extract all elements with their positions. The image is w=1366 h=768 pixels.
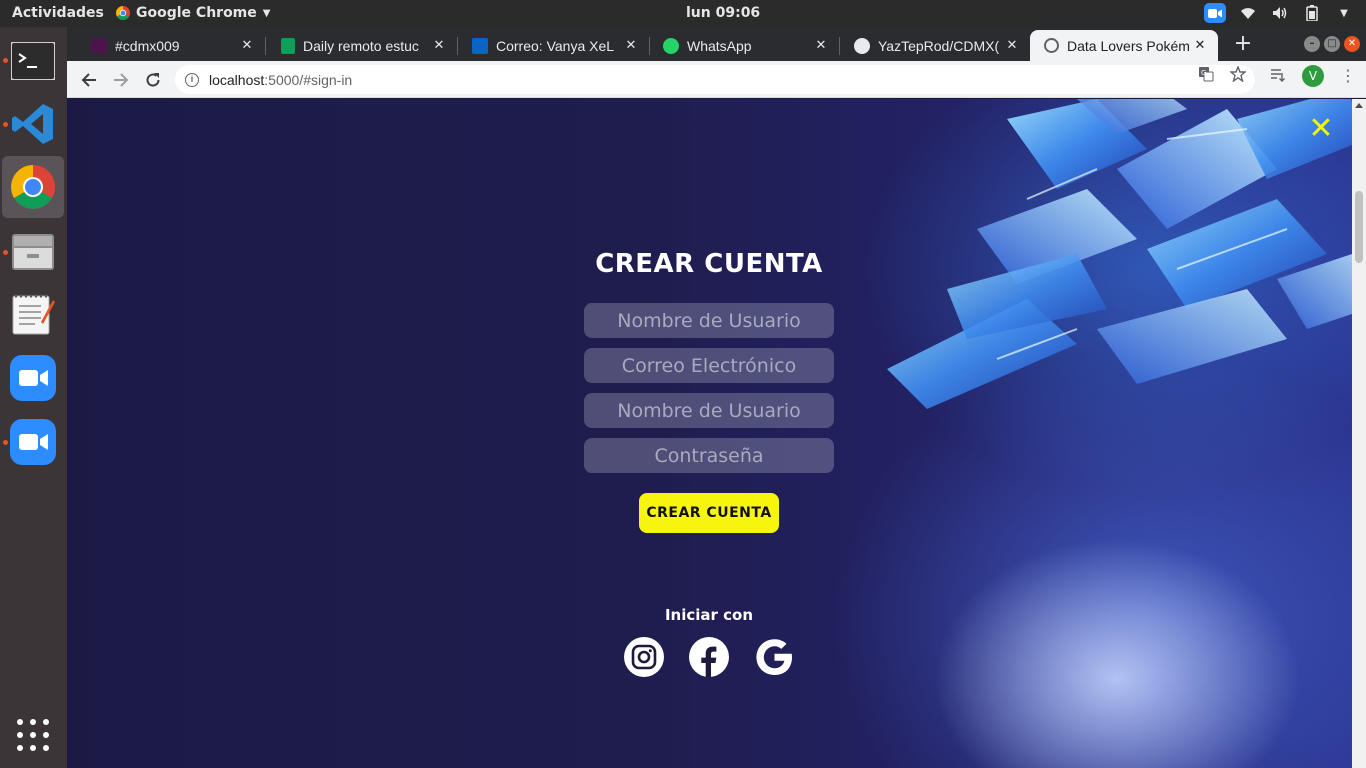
tab-data-lovers[interactable]: Data Lovers Pokém ✕: [1030, 30, 1218, 61]
svg-text:G: G: [1201, 69, 1206, 77]
tab-daily-remoto[interactable]: Daily remoto estuc ✕: [267, 30, 457, 61]
system-top-bar: Actividades Google Chrome ▼ lun 09:06 ▼: [0, 0, 1366, 27]
url-path: :5000/#sign-in: [264, 71, 353, 88]
reading-list-icon[interactable]: [1270, 67, 1286, 86]
clock[interactable]: lun 09:06: [686, 5, 760, 21]
email-input[interactable]: [584, 348, 834, 383]
system-menu-chevron-icon[interactable]: ▼: [1334, 3, 1354, 23]
tab-close-icon[interactable]: ✕: [813, 38, 829, 53]
outlook-favicon-icon: [472, 37, 488, 54]
username-input[interactable]: [584, 303, 834, 338]
instagram-icon[interactable]: [624, 637, 664, 677]
login-with-label: Iniciar con: [664, 606, 754, 624]
tab-cdmx009[interactable]: #cdmx009 ✕: [77, 30, 265, 61]
translate-icon[interactable]: G: [1198, 66, 1214, 86]
tab-divider: [265, 37, 266, 55]
profile-avatar[interactable]: V: [1302, 65, 1324, 87]
tab-title: #cdmx009: [115, 37, 180, 54]
toolbar-actions: G V ⋮: [1198, 65, 1356, 87]
bookmark-star-icon[interactable]: [1229, 65, 1247, 86]
globe-favicon-icon: [1044, 38, 1059, 53]
tab-whatsapp[interactable]: WhatsApp ✕: [649, 30, 839, 61]
tab-title: Data Lovers Pokém: [1067, 37, 1190, 54]
files-icon[interactable]: [2, 220, 64, 282]
chrome-small-icon: [116, 6, 130, 20]
vscode-icon[interactable]: [2, 93, 64, 155]
tab-correo[interactable]: Correo: Vanya XeL ✕: [458, 30, 649, 61]
app-menu[interactable]: Google Chrome ▼: [116, 5, 270, 21]
volume-icon[interactable]: [1270, 3, 1290, 23]
url-host: localhost: [209, 71, 265, 88]
address-bar[interactable]: i localhost:5000/#sign-in: [175, 65, 1255, 94]
scroll-up-icon[interactable]: [1355, 103, 1363, 108]
password-input[interactable]: [584, 438, 834, 473]
username-input-2[interactable]: [584, 393, 834, 428]
battery-icon[interactable]: [1302, 3, 1322, 23]
zoom-icon[interactable]: [2, 411, 64, 473]
chrome-dock-icon[interactable]: [2, 156, 64, 218]
terminal-icon[interactable]: [2, 30, 64, 92]
social-login-buttons: [624, 637, 794, 677]
tab-close-icon[interactable]: ✕: [1192, 38, 1208, 53]
facebook-icon[interactable]: [689, 637, 729, 677]
tab-title: YazTepRod/CDMX(: [878, 37, 1000, 54]
activities-button[interactable]: Actividades: [12, 5, 104, 21]
page-viewport: ✕ CREAR CUENTA CREAR CUENTA Iniciar con: [67, 99, 1352, 768]
minimize-icon[interactable]: –: [1304, 36, 1320, 52]
forward-arrow-icon[interactable]: [108, 67, 134, 93]
browser-tab-strip: #cdmx009 ✕ Daily remoto estuc ✕ Correo: …: [67, 27, 1366, 61]
tab-title: Daily remoto estuc: [303, 37, 419, 54]
tab-title: WhatsApp: [687, 37, 752, 54]
text-editor-icon[interactable]: [2, 283, 64, 345]
google-icon[interactable]: [754, 637, 794, 677]
create-account-button[interactable]: CREAR CUENTA: [639, 493, 779, 533]
crystal-illustration: [887, 99, 1352, 409]
github-favicon-icon: [854, 37, 870, 54]
close-icon[interactable]: ✕: [1307, 114, 1335, 144]
sheets-favicon-icon: [281, 37, 295, 54]
back-arrow-icon[interactable]: [76, 67, 102, 93]
wifi-icon[interactable]: [1238, 3, 1258, 23]
new-tab-button[interactable]: +: [1231, 33, 1255, 57]
tab-title: Correo: Vanya XeL: [496, 37, 615, 54]
zoom-icon[interactable]: [2, 347, 64, 409]
slack-favicon-icon: [91, 37, 107, 54]
form-title: CREAR CUENTA: [595, 249, 823, 279]
chevron-down-icon: ▼: [262, 7, 271, 19]
tab-close-icon[interactable]: ✕: [431, 38, 447, 53]
close-window-icon[interactable]: ✕: [1344, 36, 1360, 52]
tab-close-icon[interactable]: ✕: [1004, 38, 1020, 53]
browser-toolbar: i localhost:5000/#sign-in G V ⋮: [67, 61, 1366, 98]
tab-close-icon[interactable]: ✕: [623, 38, 639, 53]
show-applications-icon[interactable]: [17, 719, 49, 751]
page-scrollbar[interactable]: [1352, 99, 1366, 768]
more-menu-icon[interactable]: ⋮: [1340, 68, 1356, 84]
system-tray[interactable]: ▼: [1204, 3, 1354, 23]
ubuntu-dock: [0, 27, 67, 768]
tab-close-icon[interactable]: ✕: [239, 38, 255, 53]
site-info-icon[interactable]: i: [185, 72, 199, 87]
scrollbar-thumb[interactable]: [1355, 191, 1363, 263]
sign-up-form: CREAR CUENTA CREAR CUENTA: [584, 249, 834, 533]
maximize-icon[interactable]: □: [1324, 36, 1340, 52]
app-menu-label: Google Chrome: [136, 5, 257, 21]
window-controls: – □ ✕: [1304, 36, 1360, 52]
reload-icon[interactable]: [140, 67, 166, 93]
zoom-tray-icon[interactable]: [1204, 3, 1226, 23]
whatsapp-favicon-icon: [663, 37, 679, 54]
tab-github[interactable]: YazTepRod/CDMX( ✕: [840, 30, 1030, 61]
